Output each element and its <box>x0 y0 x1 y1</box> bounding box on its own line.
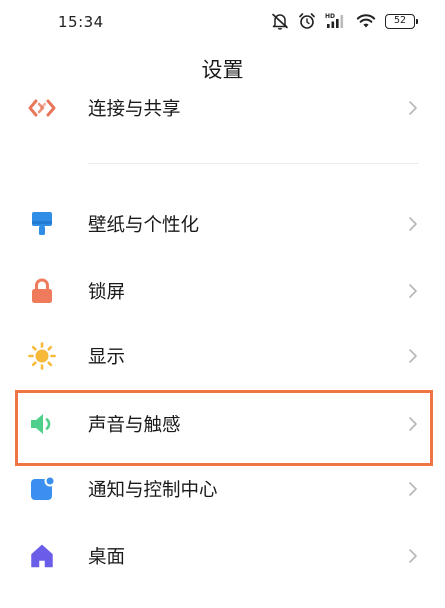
lock-icon <box>26 275 58 307</box>
section-divider <box>88 163 419 164</box>
highlight-box <box>15 390 433 466</box>
wallpaper-brush-icon <box>26 208 58 240</box>
settings-item-label: 连接与共享 <box>88 99 181 120</box>
chevron-right-icon <box>409 217 417 231</box>
settings-item-label: 通知与控制中心 <box>88 480 218 501</box>
connection-sharing-icon <box>26 92 58 124</box>
chevron-right-icon <box>409 549 417 563</box>
sun-icon <box>26 340 58 372</box>
settings-item-lock-screen[interactable]: 锁屏 <box>0 260 445 322</box>
chevron-right-icon <box>409 101 417 115</box>
alarm-icon <box>299 13 315 29</box>
chevron-right-icon <box>409 284 417 298</box>
home-icon <box>26 540 58 572</box>
settings-item-label: 桌面 <box>88 547 126 568</box>
settings-item-connection-sharing[interactable]: 连接与共享 <box>0 77 445 139</box>
settings-item-label: 显示 <box>88 347 126 368</box>
settings-item-label: 锁屏 <box>88 282 126 303</box>
status-icons: HD 52 <box>271 10 418 32</box>
chevron-right-icon <box>409 349 417 363</box>
settings-item-wallpaper[interactable]: 壁纸与个性化 <box>0 193 445 255</box>
wifi-icon <box>356 14 376 28</box>
settings-item-notifications[interactable]: 通知与控制中心 <box>0 458 445 520</box>
chevron-right-icon <box>409 482 417 496</box>
settings-item-display[interactable]: 显示 <box>0 325 445 387</box>
settings-item-home-screen[interactable]: 桌面 <box>0 525 445 587</box>
status-bar: 15:34 HD 52 <box>0 0 445 44</box>
svg-text:HD: HD <box>325 13 335 20</box>
settings-item-label: 壁纸与个性化 <box>88 215 200 236</box>
mute-icon <box>272 13 288 30</box>
battery-icon: 52 <box>385 13 418 29</box>
status-time: 15:34 <box>58 13 104 31</box>
notification-icon <box>26 473 58 505</box>
hd-signal-icon: HD <box>325 13 344 28</box>
battery-level: 52 <box>393 14 407 26</box>
